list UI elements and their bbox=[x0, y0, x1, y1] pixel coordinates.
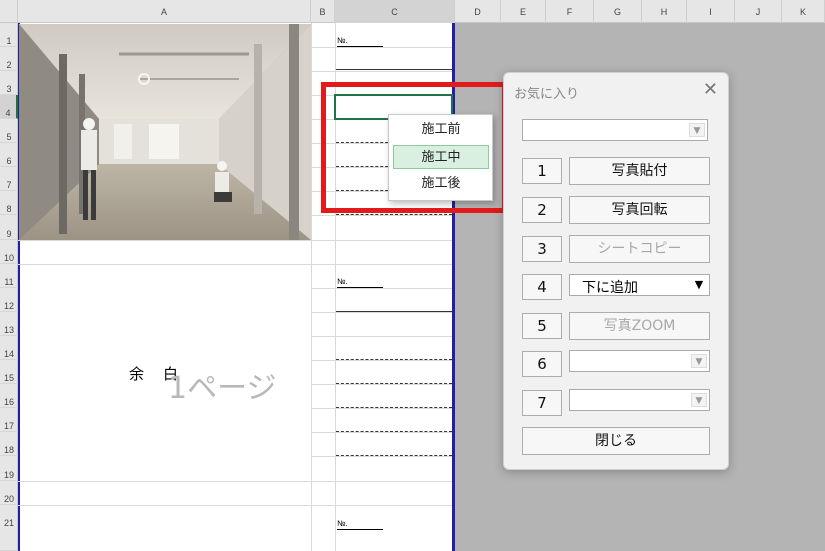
sheet-copy-button[interactable]: シートコピー bbox=[569, 235, 710, 263]
gridline bbox=[311, 456, 452, 457]
row-header-6[interactable]: 6 bbox=[0, 143, 18, 167]
rotate-photo-button[interactable]: 写真回転 bbox=[569, 196, 710, 224]
number-button-2[interactable]: 2 bbox=[522, 197, 562, 223]
column-header-b[interactable]: B bbox=[311, 0, 335, 23]
row-header-12[interactable]: 12 bbox=[0, 288, 18, 312]
gridline bbox=[311, 215, 452, 216]
row-header-7[interactable]: 7 bbox=[0, 167, 18, 191]
column-header-g[interactable]: G bbox=[594, 0, 642, 23]
entry-line bbox=[336, 383, 452, 384]
row-header-14[interactable]: 14 bbox=[0, 336, 18, 360]
gridline bbox=[311, 336, 452, 337]
row-header-17[interactable]: 17 bbox=[0, 408, 18, 432]
favorites-dialog[interactable]: お気に入り ✕ ▼ 1 写真貼付 2 写真回転 3 シートコピー 4 下に追加 … bbox=[503, 72, 729, 470]
number-button-6[interactable]: 6 bbox=[522, 351, 562, 377]
row-header-3[interactable]: 3 bbox=[0, 71, 18, 95]
select-all-corner[interactable] bbox=[0, 0, 18, 23]
close-dialog-button[interactable]: 閉じる bbox=[522, 427, 710, 455]
gridline-b bbox=[311, 23, 312, 551]
entry-line bbox=[336, 311, 452, 312]
gridline bbox=[311, 360, 452, 361]
row-header-5[interactable]: 5 bbox=[0, 119, 18, 143]
gridline bbox=[18, 505, 452, 506]
entry-line bbox=[336, 455, 452, 456]
column-header-e[interactable]: E bbox=[501, 0, 546, 23]
highlight-annotation bbox=[321, 82, 507, 213]
gridline bbox=[311, 384, 452, 385]
entry-line bbox=[336, 69, 452, 70]
row-header-2[interactable]: 2 bbox=[0, 47, 18, 71]
gridline bbox=[311, 47, 452, 48]
no-label: №. bbox=[337, 519, 383, 530]
row-header-21[interactable]: 21 bbox=[0, 505, 18, 551]
column-header-i[interactable]: I bbox=[687, 0, 735, 23]
gridline bbox=[311, 408, 452, 409]
number-button-3[interactable]: 3 bbox=[522, 236, 562, 262]
dialog-title: お気に入り bbox=[514, 87, 580, 102]
row-header-4[interactable]: 4 bbox=[0, 95, 18, 119]
row-header-13[interactable]: 13 bbox=[0, 312, 18, 336]
entry-line bbox=[336, 407, 452, 408]
gridline bbox=[18, 481, 452, 482]
entry-line bbox=[336, 214, 452, 215]
gridline bbox=[311, 71, 452, 72]
close-icon[interactable]: ✕ bbox=[703, 79, 718, 100]
construction-photo-image bbox=[19, 24, 311, 240]
no-label: №. bbox=[337, 277, 383, 288]
row-header-16[interactable]: 16 bbox=[0, 384, 18, 408]
favorites-combo[interactable]: ▼ bbox=[522, 119, 708, 141]
column-header-d[interactable]: D bbox=[455, 0, 501, 23]
chevron-down-icon[interactable]: ▼ bbox=[689, 123, 705, 137]
slot-7-combo[interactable]: ▼ bbox=[569, 389, 710, 411]
gridline bbox=[311, 312, 452, 313]
chevron-down-icon[interactable]: ▼ bbox=[691, 393, 707, 407]
row-header-1[interactable]: 1 bbox=[0, 23, 18, 47]
row-header-20[interactable]: 20 bbox=[0, 481, 18, 505]
number-button-7[interactable]: 7 bbox=[522, 390, 562, 416]
add-below-combo[interactable]: 下に追加 ▼ bbox=[569, 274, 710, 296]
row-header-10[interactable]: 10 bbox=[0, 240, 18, 264]
row-header-19[interactable]: 19 bbox=[0, 456, 18, 481]
chevron-down-icon[interactable]: ▼ bbox=[691, 278, 707, 292]
column-header-bar: A B C D E F G H I J K bbox=[0, 0, 825, 23]
row-header-bar: 1 2 3 4 5 6 7 8 9 10 11 12 13 14 15 16 1… bbox=[0, 23, 18, 551]
column-header-f[interactable]: F bbox=[546, 0, 594, 23]
no-label-text: №. bbox=[337, 36, 348, 45]
number-button-1[interactable]: 1 bbox=[522, 158, 562, 184]
gridline bbox=[18, 240, 452, 241]
gridline bbox=[311, 288, 452, 289]
slot-6-combo[interactable]: ▼ bbox=[569, 350, 710, 372]
column-header-c[interactable]: C bbox=[335, 0, 455, 23]
no-label: №. bbox=[337, 36, 383, 47]
no-label-text: №. bbox=[337, 519, 348, 528]
number-button-5[interactable]: 5 bbox=[522, 313, 562, 339]
column-header-j[interactable]: J bbox=[735, 0, 782, 23]
gridline bbox=[18, 264, 452, 265]
row-header-9[interactable]: 9 bbox=[0, 215, 18, 240]
photo-zoom-button[interactable]: 写真ZOOM bbox=[569, 312, 710, 340]
row-header-8[interactable]: 8 bbox=[0, 191, 18, 215]
paste-photo-button[interactable]: 写真貼付 bbox=[569, 157, 710, 185]
gridline bbox=[311, 432, 452, 433]
row-header-15[interactable]: 15 bbox=[0, 360, 18, 384]
no-underline bbox=[337, 46, 383, 47]
column-header-k[interactable]: K bbox=[782, 0, 825, 23]
add-below-combo-value: 下に追加 bbox=[582, 280, 638, 296]
page-watermark: 1ページ bbox=[168, 371, 277, 406]
entry-line bbox=[336, 359, 452, 360]
no-underline bbox=[337, 287, 383, 288]
column-header-a[interactable]: A bbox=[18, 0, 311, 23]
row-header-18[interactable]: 18 bbox=[0, 432, 18, 456]
chevron-down-icon[interactable]: ▼ bbox=[691, 354, 707, 368]
column-header-h[interactable]: H bbox=[642, 0, 687, 23]
no-label-text: №. bbox=[337, 277, 348, 286]
no-underline bbox=[337, 529, 383, 530]
entry-line bbox=[336, 431, 452, 432]
site-photo[interactable] bbox=[19, 24, 311, 240]
number-button-4[interactable]: 4 bbox=[522, 274, 562, 300]
row-header-11[interactable]: 11 bbox=[0, 264, 18, 288]
